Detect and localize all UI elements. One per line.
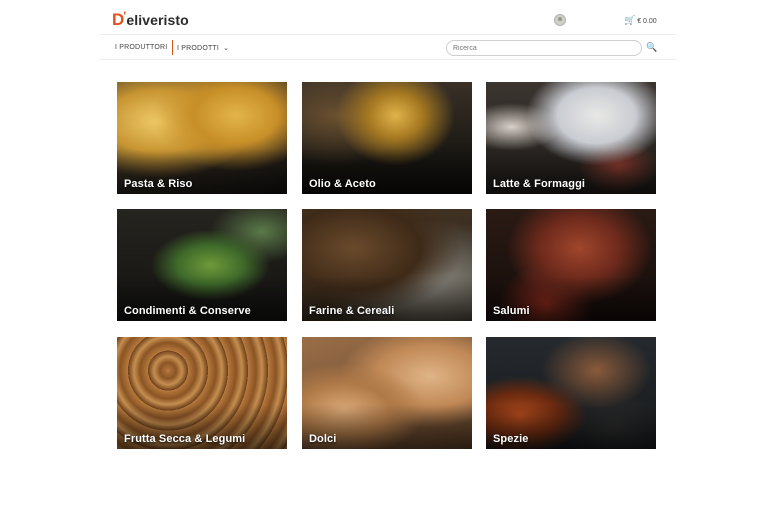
- site-logo[interactable]: D'eliveristo: [112, 9, 189, 30]
- logo-apostrophe: ': [123, 9, 127, 23]
- cart-button[interactable]: 🛒 € 0.00: [624, 15, 657, 26]
- category-tile-olio-aceto[interactable]: Olio & Aceto: [302, 82, 472, 194]
- search-icon: 🔍: [646, 43, 658, 53]
- search-input[interactable]: [446, 40, 642, 56]
- chevron-down-icon: ⌄: [223, 45, 230, 52]
- category-label: Spezie: [493, 433, 529, 445]
- page: D'eliveristo 🛒 € 0.00 I PRODUTTORI I PROD…: [0, 0, 768, 512]
- nav-products-dropdown[interactable]: I PRODOTTI ⌄: [177, 44, 229, 52]
- category-tile-dolci[interactable]: Dolci: [302, 337, 472, 449]
- category-tile-farine-cereali[interactable]: Farine & Cereali: [302, 209, 472, 321]
- category-label: Dolci: [309, 433, 337, 445]
- nav-bar: I PRODUTTORI I PRODOTTI⌄ 🔍: [100, 34, 676, 60]
- logo-text: eliveristo: [126, 12, 189, 28]
- category-label: Salumi: [493, 305, 530, 317]
- category-label: Condimenti & Conserve: [124, 305, 251, 317]
- cart-total: € 0.00: [637, 18, 657, 25]
- category-tile-spezie[interactable]: Spezie: [486, 337, 656, 449]
- category-label: Pasta & Riso: [124, 178, 193, 190]
- nav-divider: [172, 40, 173, 55]
- user-avatar-icon[interactable]: [554, 14, 566, 26]
- category-tile-latte-formaggi[interactable]: Latte & Formaggi: [486, 82, 656, 194]
- nav-producers-link[interactable]: I PRODUTTORI: [115, 44, 167, 51]
- category-tile-condimenti-conserve[interactable]: Condimenti & Conserve: [117, 209, 287, 321]
- search-button[interactable]: 🔍: [645, 41, 659, 55]
- category-label: Olio & Aceto: [309, 178, 376, 190]
- category-tile-salumi[interactable]: Salumi: [486, 209, 656, 321]
- category-label: Farine & Cereali: [309, 305, 395, 317]
- category-label: Frutta Secca & Legumi: [124, 433, 246, 445]
- nav-products-label: I PRODOTTI: [177, 45, 220, 52]
- cart-icon: 🛒: [624, 15, 636, 25]
- category-tile-frutta-secca-legumi[interactable]: Frutta Secca & Legumi: [117, 337, 287, 449]
- category-label: Latte & Formaggi: [493, 178, 586, 190]
- top-bar: D'eliveristo 🛒 € 0.00: [100, 8, 668, 34]
- category-tile-pasta-riso[interactable]: Pasta & Riso: [117, 82, 287, 194]
